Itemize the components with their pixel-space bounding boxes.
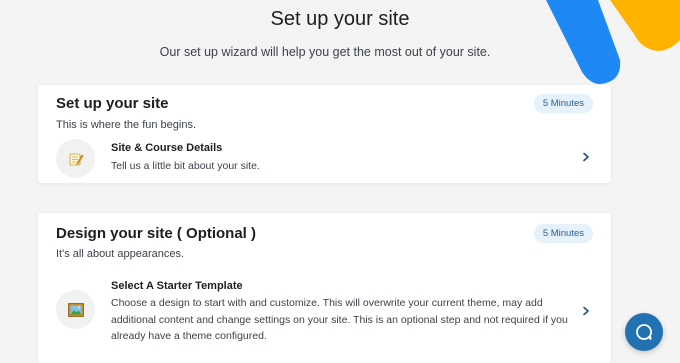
page-title: Set up your site (270, 8, 410, 30)
card-description: It's all about appearances. (56, 248, 185, 260)
step-title: Select A Starter Template (111, 280, 243, 292)
step-description: Choose a design to start with and custom… (111, 297, 568, 342)
card-description: This is where the fun begins. (56, 119, 197, 131)
card-title: Design your site ( Optional ) (56, 225, 257, 242)
chevron-right-icon[interactable] (581, 152, 591, 162)
setup-site-card: Set up your site 5 Minutes This is where… (38, 85, 611, 183)
site-course-details-step[interactable]: Site & Course Details Tell us a little b… (38, 137, 611, 183)
chat-bubble-icon (636, 324, 652, 340)
notepad-pencil-icon (56, 139, 95, 178)
page-subtitle: Our set up wizard will help you get the … (159, 45, 491, 59)
card-title: Set up your site (56, 95, 169, 112)
duration-badge: 5 Minutes (533, 94, 593, 113)
design-site-card: Design your site ( Optional ) 5 Minutes … (38, 213, 611, 363)
step-description: Tell us a little bit about your site. (111, 160, 260, 172)
setup-wizard-page: Set up your site Our set up wizard will … (0, 0, 680, 363)
framed-picture-icon (56, 290, 95, 329)
chevron-right-icon[interactable] (581, 306, 591, 316)
duration-badge: 5 Minutes (533, 224, 593, 243)
help-chat-button[interactable] (625, 313, 663, 351)
starter-template-step[interactable]: Select A Starter Template Choose a desig… (38, 273, 611, 363)
step-title: Site & Course Details (111, 142, 223, 154)
